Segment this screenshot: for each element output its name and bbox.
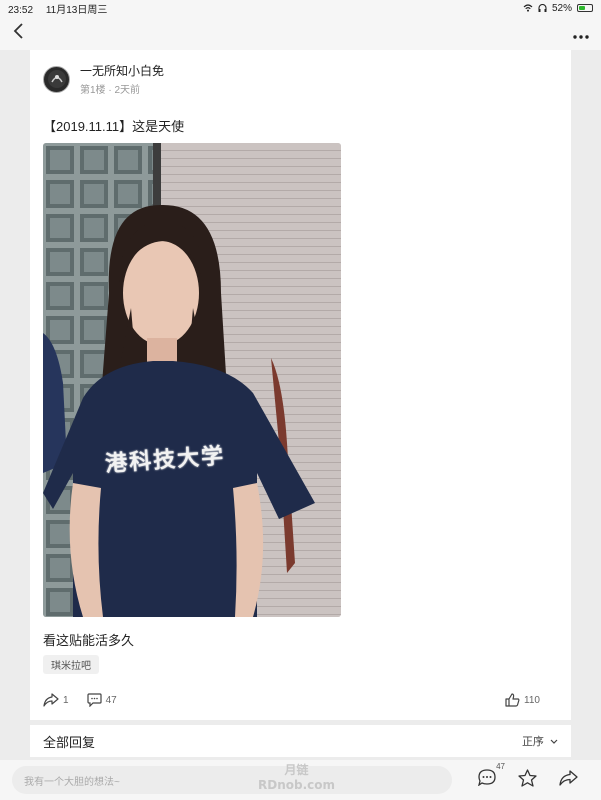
back-button[interactable] bbox=[12, 22, 24, 44]
avatar-image-icon bbox=[47, 70, 66, 88]
favorite-button[interactable] bbox=[518, 768, 537, 792]
like-count: 110 bbox=[524, 694, 540, 706]
share-arrow-icon bbox=[559, 769, 578, 786]
status-left: 23:52 11月13日周三 bbox=[8, 1, 117, 16]
post-photo[interactable]: 港科技大学 bbox=[43, 143, 341, 617]
author-name[interactable]: 一无所知小白免 bbox=[80, 62, 164, 79]
more-icon bbox=[573, 34, 589, 39]
post-card: 一无所知小白免 第1楼 · 2天前 【2019.11.11】这是天使 港科技大学… bbox=[30, 50, 571, 720]
avatar[interactable] bbox=[43, 65, 70, 93]
thumbs-up-icon bbox=[505, 693, 520, 707]
forum-tag[interactable]: 琪米拉吧 bbox=[43, 655, 99, 674]
sort-button[interactable]: 正序 bbox=[522, 733, 558, 749]
battery-percent: 52% bbox=[551, 2, 572, 14]
reply-header: 全部回复 正序 bbox=[30, 725, 571, 757]
bottom-bar: 我有一个大胆的想法~ 47 bbox=[0, 760, 601, 800]
floor-label: 第1楼 bbox=[80, 85, 106, 96]
headphones-icon bbox=[538, 4, 547, 12]
photo-illustration bbox=[43, 143, 341, 617]
comment-bubble-icon bbox=[477, 769, 496, 787]
share-count: 1 bbox=[63, 694, 69, 706]
post-body: 看这贴能活多久 bbox=[43, 633, 135, 648]
comment-count: 47 bbox=[105, 694, 117, 706]
bottom-icons: 47 bbox=[477, 762, 578, 792]
forward-button[interactable] bbox=[559, 769, 578, 791]
status-bar: 23:52 11月13日周三 52% bbox=[0, 0, 601, 16]
share-button[interactable]: 1 bbox=[43, 693, 69, 707]
battery-icon bbox=[577, 4, 593, 12]
post-title: 【2019.11.11】这是天使 bbox=[43, 119, 185, 134]
status-time: 23:52 bbox=[8, 4, 34, 16]
share-icon bbox=[43, 693, 59, 707]
sort-label: 正序 bbox=[521, 736, 544, 748]
battery-fill bbox=[579, 6, 585, 10]
action-row: 1 47 110 bbox=[43, 690, 558, 710]
nav-bar bbox=[0, 16, 601, 50]
status-right: 52% bbox=[523, 3, 593, 14]
reply-title: 全部回复 bbox=[43, 734, 96, 750]
wifi-icon bbox=[523, 4, 533, 12]
time-ago: 2天前 bbox=[114, 85, 141, 96]
like-button[interactable]: 110 bbox=[505, 690, 540, 710]
comment-badge: 47 bbox=[496, 762, 505, 771]
author-row[interactable]: 一无所知小白免 第1楼 · 2天前 bbox=[43, 62, 164, 96]
post-meta: 第1楼 · 2天前 bbox=[80, 81, 164, 96]
more-button[interactable] bbox=[573, 23, 589, 44]
comment-input[interactable]: 我有一个大胆的想法~ bbox=[12, 766, 452, 794]
chevron-left-icon bbox=[13, 23, 23, 39]
comment-button[interactable]: 47 bbox=[86, 693, 117, 707]
chevron-down-icon bbox=[550, 739, 558, 744]
comment-icon bbox=[86, 693, 102, 707]
status-date: 11月13日周三 bbox=[45, 4, 108, 16]
comments-button[interactable]: 47 bbox=[477, 762, 505, 791]
author-meta: 一无所知小白免 第1楼 · 2天前 bbox=[80, 62, 164, 96]
star-icon bbox=[518, 768, 537, 787]
